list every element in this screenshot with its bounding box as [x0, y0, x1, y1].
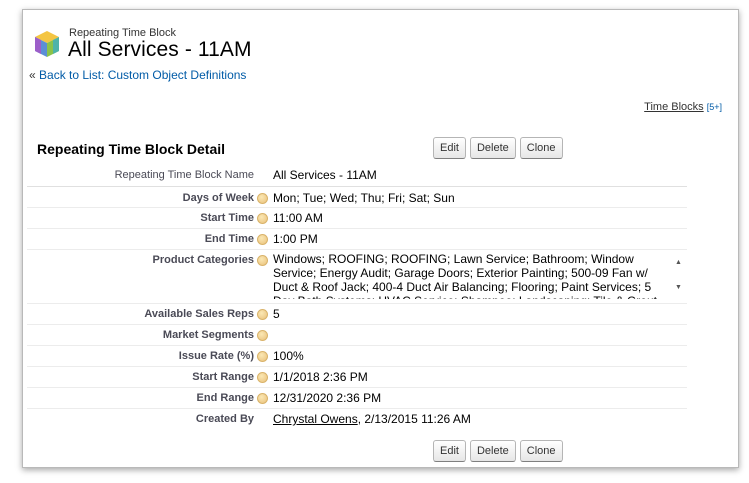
field-label: Days of Week	[182, 192, 254, 204]
edit-button[interactable]: Edit	[433, 137, 466, 159]
field-row-issue-rate: Issue Rate (%) 100%	[27, 346, 687, 367]
field-value: Chrystal Owens, 2/13/2015 11:26 AM	[273, 412, 471, 426]
field-row-market-segments: Market Segments	[27, 325, 687, 346]
arrow-up-icon[interactable]: ▲	[675, 256, 682, 270]
help-icon[interactable]	[257, 393, 268, 404]
help-icon[interactable]	[257, 372, 268, 383]
field-label: End Time	[204, 233, 254, 245]
field-label: Created By	[195, 413, 254, 425]
field-label: Issue Rate (%)	[178, 350, 254, 362]
field-value: 100%	[273, 349, 304, 363]
breadcrumb: « Back to List: Custom Object Definition…	[29, 68, 246, 82]
top-button-bar: Edit Delete Clone	[433, 137, 563, 159]
field-row-sales-reps: Available Sales Reps 5	[27, 304, 687, 325]
detail-section-title: Repeating Time Block Detail	[37, 141, 226, 157]
field-value: All Services - 11AM	[273, 168, 377, 182]
field-row-created-by: Created By Chrystal Owens, 2/13/2015 11:…	[27, 409, 687, 431]
help-icon[interactable]	[257, 213, 268, 224]
help-icon[interactable]	[257, 309, 268, 320]
clone-button[interactable]: Clone	[519, 137, 563, 159]
field-value: 11:00 AM	[273, 211, 323, 225]
field-label: Repeating Time Block Name	[114, 169, 254, 181]
field-label: Start Range	[192, 371, 254, 383]
delete-button[interactable]: Delete	[469, 137, 516, 159]
product-categories-scrollbox[interactable]: Windows; ROOFING; ROOFING; Lawn Service;…	[273, 252, 686, 299]
field-row-end-range: End Range 12/31/2020 2:36 PM	[27, 388, 687, 409]
field-row-start-range: Start Range 1/1/2018 2:36 PM	[27, 367, 687, 388]
created-by-user-link[interactable]: Chrystal Owens	[273, 412, 358, 426]
field-label: Market Segments	[162, 329, 254, 341]
delete-button[interactable]: Delete	[469, 440, 516, 462]
field-label: End Range	[196, 392, 254, 404]
help-icon[interactable]	[257, 234, 268, 245]
field-row-end-time: End Time 1:00 PM	[27, 229, 687, 250]
field-row-days: Days of Week Mon; Tue; Wed; Thu; Fri; Sa…	[27, 187, 687, 208]
clone-button[interactable]: Clone	[519, 440, 563, 462]
field-label: Product Categories	[152, 254, 254, 266]
back-arrow: «	[29, 68, 40, 82]
bottom-button-bar: Edit Delete Clone	[433, 440, 563, 462]
field-value: 12/31/2020 2:36 PM	[273, 391, 382, 405]
related-list-hover: Time Blocks [5+]	[644, 101, 722, 113]
time-blocks-link[interactable]: Time Blocks	[644, 101, 704, 113]
back-to-list-link[interactable]: Back to List: Custom Object Definitions	[39, 68, 246, 82]
scrollbar[interactable]: ▲ ▼	[672, 252, 686, 299]
field-value: 1/1/2018 2:36 PM	[273, 370, 368, 384]
field-row-product-categories: Product Categories Windows; ROOFING; ROO…	[27, 250, 687, 304]
arrow-down-icon[interactable]: ▼	[675, 281, 682, 295]
help-icon[interactable]	[257, 330, 268, 341]
time-blocks-count[interactable]: [5+]	[707, 102, 722, 112]
cube-icon	[35, 31, 59, 57]
detail-page-frame: Repeating Time Block All Services - 11AM…	[22, 9, 739, 468]
created-date: , 2/13/2015 11:26 AM	[357, 412, 471, 426]
field-value: Windows; ROOFING; ROOFING; Lawn Service;…	[273, 252, 657, 299]
field-label: Available Sales Reps	[144, 308, 254, 320]
detail-table: Repeating Time Block Name All Services -…	[27, 165, 687, 431]
field-value: Mon; Tue; Wed; Thu; Fri; Sat; Sun	[273, 191, 455, 205]
help-icon[interactable]	[257, 193, 268, 204]
edit-button[interactable]: Edit	[433, 440, 466, 462]
field-row-start-time: Start Time 11:00 AM	[27, 208, 687, 229]
field-value: 5	[273, 307, 280, 321]
page-title: All Services - 11AM	[68, 38, 252, 61]
field-value: 1:00 PM	[273, 232, 318, 246]
field-label: Start Time	[200, 212, 254, 224]
help-icon[interactable]	[257, 255, 268, 266]
help-icon[interactable]	[257, 351, 268, 362]
field-row-name: Repeating Time Block Name All Services -…	[27, 165, 687, 187]
